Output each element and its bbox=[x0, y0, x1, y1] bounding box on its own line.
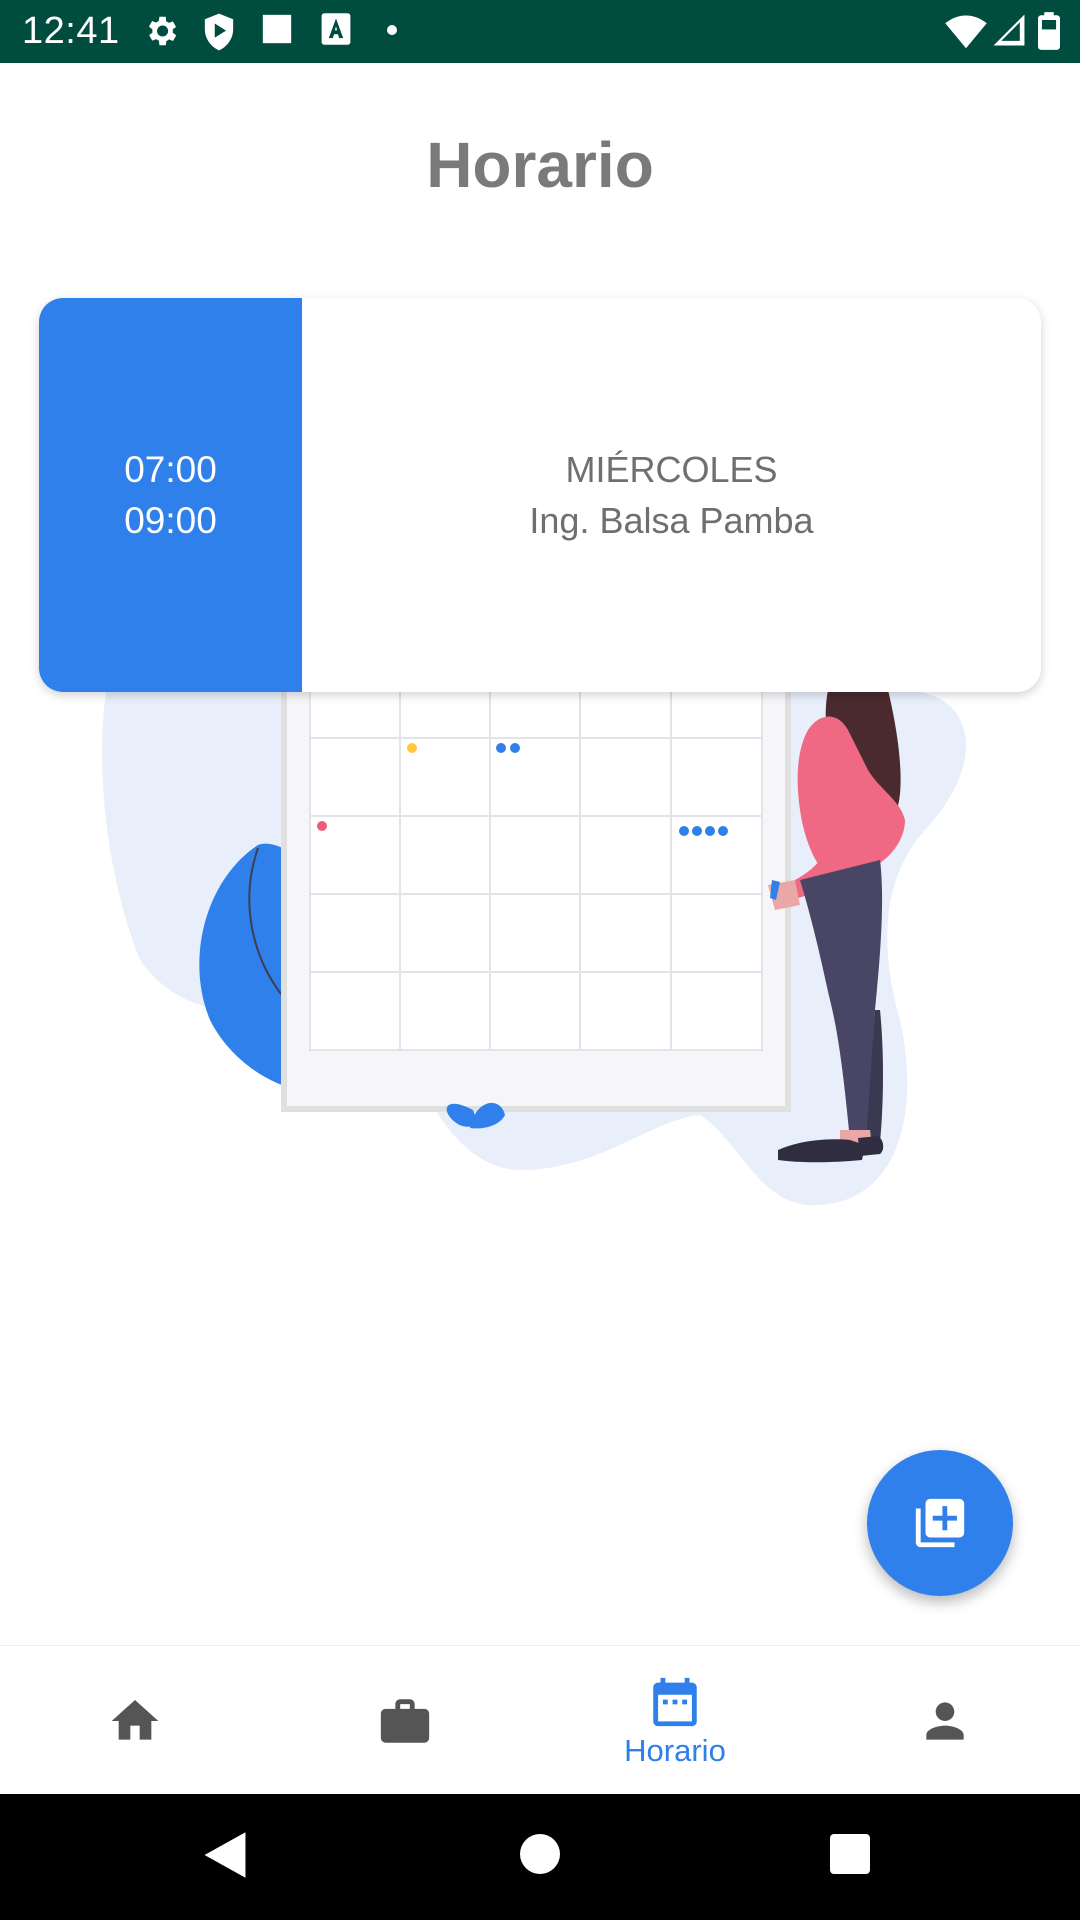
schedule-card[interactable]: 07:00 09:00 MIÉRCOLES Ing. Balsa Pamba bbox=[39, 298, 1041, 692]
recents-icon[interactable] bbox=[830, 1834, 870, 1874]
schedule-info: MIÉRCOLES Ing. Balsa Pamba bbox=[302, 298, 1041, 692]
bottom-navigation: Horario bbox=[0, 1645, 1080, 1795]
system-navigation-bar bbox=[0, 1794, 1080, 1920]
schedule-day: MIÉRCOLES bbox=[565, 449, 778, 490]
calendar-icon bbox=[653, 1677, 697, 1726]
add-schedule-button[interactable] bbox=[867, 1450, 1013, 1596]
schedule-start-time: 07:00 bbox=[124, 449, 217, 490]
briefcase-icon bbox=[380, 1698, 430, 1743]
home-circle-icon[interactable] bbox=[520, 1834, 560, 1874]
back-icon[interactable] bbox=[202, 1830, 248, 1880]
nav-item-work[interactable] bbox=[270, 1646, 540, 1795]
schedule-end-time: 09:00 bbox=[124, 500, 217, 541]
nav-label-horario: Horario bbox=[624, 1732, 726, 1768]
nav-item-profile[interactable] bbox=[810, 1646, 1080, 1795]
home-icon bbox=[111, 1699, 159, 1740]
library-add-icon bbox=[915, 1498, 965, 1548]
schedule-teacher: Ing. Balsa Pamba bbox=[529, 500, 814, 541]
nav-item-home[interactable] bbox=[0, 1646, 270, 1795]
nav-item-horario[interactable]: Horario bbox=[540, 1646, 810, 1795]
schedule-time-block: 07:00 09:00 bbox=[39, 298, 302, 692]
person-icon bbox=[926, 1701, 964, 1740]
